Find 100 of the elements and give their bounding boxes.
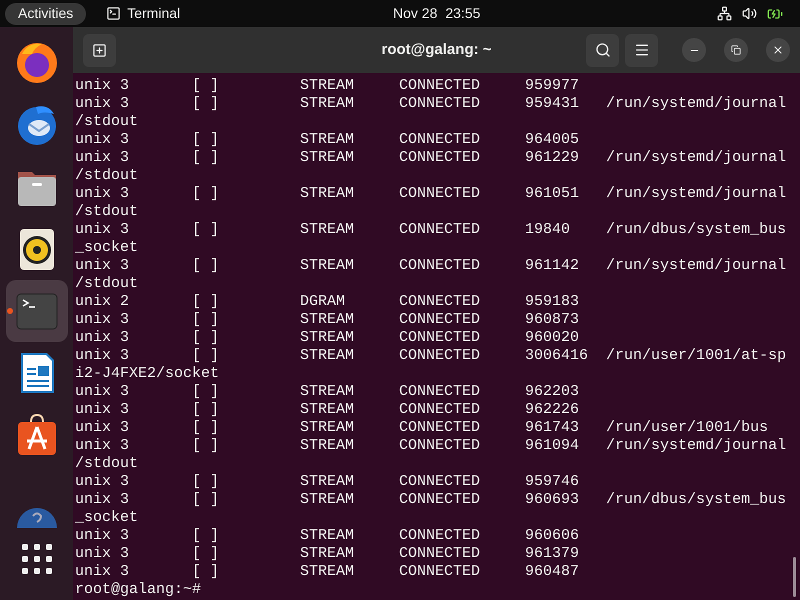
app-grid-icon <box>20 542 54 576</box>
terminal-icon <box>106 6 122 21</box>
activities-button[interactable]: Activities <box>5 2 86 24</box>
state-cell-text: CONNECTED <box>399 527 482 545</box>
count-cell-text: 3 <box>120 329 130 347</box>
count-cell-text: 3 <box>120 383 130 401</box>
count-cell-text: 3 <box>120 527 130 545</box>
protocol-cell-text: unix <box>75 185 112 203</box>
protocol-cell-text: unix <box>75 473 112 491</box>
type-cell-text: STREAM <box>300 95 356 113</box>
state-cell-text: CONNECTED <box>399 95 482 113</box>
flags-cell-text: [ ] <box>192 563 220 581</box>
protocol-cell-text: unix <box>75 95 112 113</box>
new-tab-button[interactable] <box>83 34 116 66</box>
protocol-cell-text: unix <box>75 545 112 563</box>
state-cell-text: CONNECTED <box>399 437 482 455</box>
count-cell-text: 3 <box>120 545 130 563</box>
state-cell-text: CONNECTED <box>399 185 482 203</box>
type-cell-text: STREAM <box>300 383 356 401</box>
scrollbar[interactable] <box>793 557 796 597</box>
flags-cell-text: [ ] <box>192 77 220 95</box>
app-name[interactable]: Terminal <box>127 3 180 24</box>
restore-button[interactable] <box>724 38 748 62</box>
count-cell-text: 3 <box>120 257 130 275</box>
date[interactable]: Nov 28 <box>393 3 438 24</box>
search-button[interactable] <box>586 34 619 66</box>
count-cell-text: 3 <box>120 419 130 437</box>
inode-cell-text: 962226 <box>525 401 580 419</box>
type-cell-text: STREAM <box>300 491 356 509</box>
protocol-cell-text: unix <box>75 401 112 419</box>
inode-cell-text: 960020 <box>525 329 580 347</box>
protocol-cell-text: unix <box>75 149 112 167</box>
type-cell-text: STREAM <box>300 185 356 203</box>
protocol-cell-text: unix <box>75 257 112 275</box>
count-cell-text: 2 <box>120 293 130 311</box>
count-cell-text: 3 <box>120 563 130 581</box>
flags-cell-text: [ ] <box>192 383 220 401</box>
path-cell: /run/systemd/journal <box>606 149 786 167</box>
path-cell: /run/dbus/system_bus <box>606 221 786 239</box>
count-cell-text: 3 <box>120 131 130 149</box>
type-cell-text: STREAM <box>300 563 356 581</box>
flags-cell-text: [ ] <box>192 329 220 347</box>
inode-cell-text: 960693 <box>525 491 580 509</box>
protocol-cell-text: unix <box>75 437 112 455</box>
protocol-cell-text: unix <box>75 347 112 365</box>
close-button[interactable] <box>766 38 790 62</box>
state-cell-text: CONNECTED <box>399 311 482 329</box>
menu-icon <box>634 42 650 58</box>
inode-cell-text: 959977 <box>525 77 580 95</box>
restore-icon <box>731 45 741 55</box>
path-continuation: /stdout <box>75 455 138 472</box>
inode-cell-text: 959746 <box>525 473 580 491</box>
menu-button[interactable] <box>625 34 658 66</box>
protocol-cell-text: unix <box>75 311 112 329</box>
flags-cell-text: [ ] <box>192 149 220 167</box>
path-cell: /run/dbus/system_bus <box>606 491 786 509</box>
protocol-cell-text: unix <box>75 293 112 311</box>
type-cell-text: STREAM <box>300 221 356 239</box>
volume-icon[interactable] <box>742 6 757 21</box>
protocol-cell-text: unix <box>75 77 112 95</box>
path-continuation: /stdout <box>75 167 138 184</box>
path-cell: /run/user/1001/at-sp <box>606 347 786 365</box>
inode-cell-text: 962203 <box>525 383 580 401</box>
type-cell-text: STREAM <box>300 545 356 563</box>
flags-cell-text: [ ] <box>192 347 220 365</box>
flags-cell-text: [ ] <box>192 527 220 545</box>
window-title: root@galang: ~ <box>381 40 492 60</box>
count-cell-text: 3 <box>120 437 130 455</box>
state-cell-text: CONNECTED <box>399 329 482 347</box>
flags-cell-text: [ ] <box>192 473 220 491</box>
flags-cell-text: [ ] <box>192 419 220 437</box>
state-cell-text: CONNECTED <box>399 473 482 491</box>
inode-cell-text: 961094 <box>525 437 580 455</box>
path-cell: /run/systemd/journal <box>606 437 786 455</box>
path-cell: /run/user/1001/bus <box>606 419 768 437</box>
network-icon[interactable] <box>717 6 732 21</box>
state-cell-text: CONNECTED <box>399 149 482 167</box>
path-continuation: /stdout <box>75 113 138 130</box>
protocol-cell-text: unix <box>75 419 112 437</box>
path-cell: /run/systemd/journal <box>606 257 786 275</box>
path-continuation: /stdout <box>75 275 138 292</box>
type-cell-text: STREAM <box>300 149 356 167</box>
count-cell-text: 3 <box>120 221 130 239</box>
path-cell: /run/systemd/journal <box>606 95 786 113</box>
inode-cell-text: 961142 <box>525 257 580 275</box>
path-continuation: /stdout <box>75 203 138 220</box>
type-cell-text: DGRAM <box>300 293 346 311</box>
inode-cell-text: 961051 <box>525 185 580 203</box>
state-cell-text: CONNECTED <box>399 131 482 149</box>
flags-cell-text: [ ] <box>192 401 220 419</box>
inode-cell-text: 964005 <box>525 131 580 149</box>
count-cell-text: 3 <box>120 347 130 365</box>
search-icon <box>594 42 610 58</box>
count-cell-text: 3 <box>120 149 130 167</box>
clock[interactable]: 23:55 <box>445 3 480 24</box>
state-cell-text: CONNECTED <box>399 347 482 365</box>
type-cell-text: STREAM <box>300 257 356 275</box>
type-cell-text: STREAM <box>300 311 356 329</box>
path-continuation: _socket <box>75 239 138 256</box>
state-cell-text: CONNECTED <box>399 293 482 311</box>
